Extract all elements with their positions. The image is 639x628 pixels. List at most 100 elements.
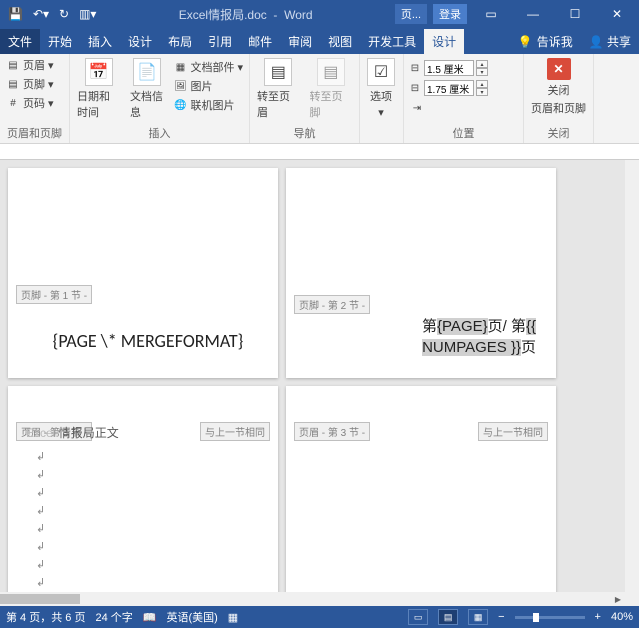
docinfo-icon: 📄 <box>133 58 161 86</box>
group-label <box>364 141 399 143</box>
tell-me[interactable]: 💡告诉我 <box>510 29 581 54</box>
same-as-previous-button[interactable]: 与上一节相同 <box>478 422 548 441</box>
online-picture-button[interactable]: 🌐联机图片 <box>171 96 245 114</box>
header-icon: ▤ <box>6 58 20 72</box>
tab-layout[interactable]: 布局 <box>160 29 200 54</box>
header-tag: 页眉 - 第 3 节 - <box>294 422 370 441</box>
vertical-scrollbar[interactable] <box>625 160 639 606</box>
maximize-icon[interactable]: ☐ <box>557 0 593 28</box>
footer-tag: 页脚 - 第 1 节 - <box>16 285 92 304</box>
undo-icon[interactable]: ↶▾ <box>33 7 49 21</box>
options-button[interactable]: ☑选项▾ <box>364 56 398 121</box>
tab-view[interactable]: 视图 <box>320 29 360 54</box>
zoom-level[interactable]: 40% <box>611 611 633 623</box>
page-indicator[interactable]: 第 4 页，共 6 页 <box>6 609 85 625</box>
print-layout-icon[interactable]: ▤ <box>438 609 458 625</box>
spin-up[interactable]: ▴ <box>476 80 488 88</box>
footer-field-text[interactable]: 第{PAGE}页/ 第{{ NUMPAGES }}页 <box>346 317 536 358</box>
save-icon[interactable]: 💾 <box>8 7 23 21</box>
macro-icon[interactable]: ▦ <box>228 611 238 624</box>
web-layout-icon[interactable]: ▦ <box>468 609 488 625</box>
pagenum-icon: # <box>6 96 20 110</box>
read-mode-icon[interactable]: ▭ <box>408 609 428 625</box>
window-title: Excel情报局.doc - Word <box>96 6 394 23</box>
close-x-icon: ✕ <box>547 58 571 80</box>
document-area[interactable]: 页脚 - 第 1 节 - {PAGE \* MERGEFORMAT} 页脚 - … <box>0 160 639 606</box>
group-navigation: ▤转至页眉 ▤转至页脚 导航 <box>250 54 360 143</box>
tab-insert[interactable]: 插入 <box>80 29 120 54</box>
close-header-footer-button[interactable]: ✕ 关闭 页眉和页脚 <box>528 56 589 118</box>
scroll-right-icon[interactable]: ▶ <box>611 592 625 606</box>
goto-footer-icon: ▤ <box>317 58 345 86</box>
redo-icon[interactable]: ↻ <box>59 7 69 21</box>
tab-header-footer-design[interactable]: 设计 <box>424 29 464 54</box>
tab-mailings[interactable]: 邮件 <box>240 29 280 54</box>
word-count[interactable]: 24 个字 <box>95 609 132 625</box>
zoom-in-icon[interactable]: + <box>595 611 601 623</box>
page-2[interactable]: 页脚 - 第 2 节 - 第{PAGE}页/ 第{{ NUMPAGES }}页 <box>286 168 556 378</box>
calendar-icon: 📅 <box>85 58 113 86</box>
header-distance-input[interactable] <box>424 60 474 76</box>
spin-down[interactable]: ▾ <box>476 68 488 76</box>
tab-review[interactable]: 审阅 <box>280 29 320 54</box>
header-text[interactable]: Excel 情报局正文 <box>26 424 119 441</box>
share-button[interactable]: 👤 共享 <box>581 29 639 54</box>
ribbon-display-icon[interactable]: ▭ <box>473 0 509 28</box>
tab-design[interactable]: 设计 <box>120 29 160 54</box>
tab-devtools[interactable]: 开发工具 <box>360 29 424 54</box>
group-close: ✕ 关闭 页眉和页脚 关闭 <box>524 54 594 143</box>
tab-home[interactable]: 开始 <box>40 29 80 54</box>
scrollbar-thumb[interactable] <box>0 594 80 604</box>
quickparts-button[interactable]: ▦文档部件 ▾ <box>171 58 245 76</box>
zoom-slider[interactable] <box>515 616 585 619</box>
spellcheck-icon[interactable]: 📖 <box>143 611 157 624</box>
group-label: 页眉和页脚 <box>4 125 65 143</box>
quickparts-icon: ▦ <box>173 60 187 74</box>
group-label: 关闭 <box>528 125 589 143</box>
close-icon[interactable]: ✕ <box>599 0 635 28</box>
group-header-footer: ▤页眉 ▾ ▤页脚 ▾ #页码 ▾ 页眉和页脚 <box>0 54 70 143</box>
tab-icon: ⇥ <box>410 101 424 115</box>
tab-references[interactable]: 引用 <box>200 29 240 54</box>
page-3[interactable]: 页眉 - 第 3 节 - 与上一节相同 Excel 情报局正文 <box>8 386 278 606</box>
zoom-out-icon[interactable]: − <box>498 611 504 623</box>
goto-header-button[interactable]: ▤转至页眉 <box>254 56 303 122</box>
group-label: 导航 <box>254 125 355 143</box>
group-position: ⊟ ▴▾ ⊟ ▴▾ ⇥ 位置 <box>404 54 524 143</box>
page-4[interactable]: 页眉 - 第 3 节 - 与上一节相同 <box>286 386 556 606</box>
footer-button[interactable]: ▤页脚 ▾ <box>4 75 56 93</box>
slider-thumb[interactable] <box>533 613 539 622</box>
group-options: ☑选项▾ <box>360 54 404 143</box>
picture-icon: 🖼 <box>173 79 187 93</box>
horizontal-scrollbar[interactable]: ▶ <box>0 592 625 606</box>
footer-from-bottom: ⊟ ▴▾ <box>408 80 488 96</box>
pagenum-button[interactable]: #页码 ▾ <box>4 94 56 112</box>
same-as-previous-button[interactable]: 与上一节相同 <box>200 422 270 441</box>
paragraph-marks <box>36 448 45 592</box>
picture-button[interactable]: 🖼图片 <box>171 77 245 95</box>
ruler-bottom-icon: ⊟ <box>408 81 422 95</box>
insert-align-tab[interactable]: ⇥ <box>408 100 488 116</box>
footer-distance-input[interactable] <box>424 80 474 96</box>
minimize-icon[interactable]: — <box>515 0 551 28</box>
page-1[interactable]: 页脚 - 第 1 节 - {PAGE \* MERGEFORMAT} <box>8 168 278 378</box>
goto-footer-button[interactable]: ▤转至页脚 <box>307 56 356 122</box>
title-bar: 💾 ↶▾ ↻ ▥▾ Excel情报局.doc - Word 页... 登录 ▭ … <box>0 0 639 28</box>
language-indicator[interactable]: 英语(美国) <box>166 609 217 625</box>
header-button[interactable]: ▤页眉 ▾ <box>4 56 56 74</box>
docinfo-button[interactable]: 📄文档信息 <box>127 56 167 122</box>
online-pic-icon: 🌐 <box>173 98 187 112</box>
spin-up[interactable]: ▴ <box>476 60 488 68</box>
quick-access-toolbar: 💾 ↶▾ ↻ ▥▾ <box>0 7 96 21</box>
header-from-top: ⊟ ▴▾ <box>408 60 488 76</box>
horizontal-ruler[interactable] <box>0 144 639 160</box>
context-tab-indicator[interactable]: 页... <box>395 4 427 24</box>
login-button[interactable]: 登录 <box>433 4 467 24</box>
footer-field-text[interactable]: {PAGE \* MERGEFORMAT} <box>38 330 258 352</box>
spin-down[interactable]: ▾ <box>476 88 488 96</box>
group-label: 位置 <box>408 125 519 143</box>
datetime-button[interactable]: 📅日期和时间 <box>74 56 123 122</box>
ruler-top-icon: ⊟ <box>408 61 422 75</box>
tab-file[interactable]: 文件 <box>0 29 40 54</box>
qat-more-icon[interactable]: ▥▾ <box>79 7 96 21</box>
